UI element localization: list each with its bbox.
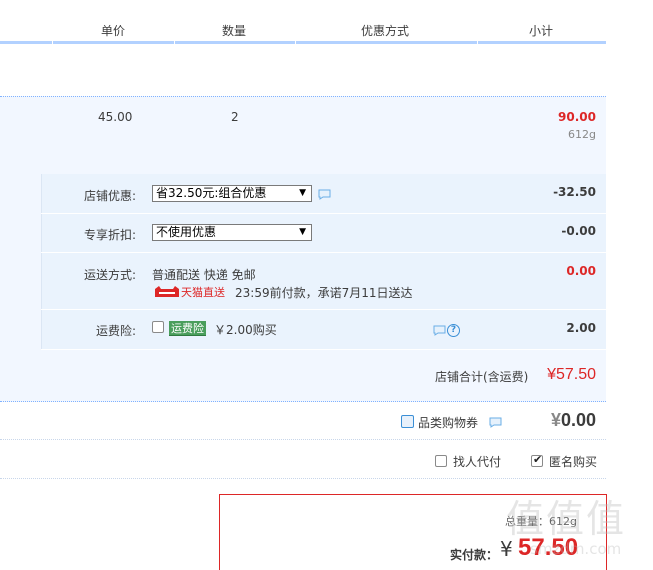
shipping-label: 运送方式: [83,268,136,282]
exclusive-discount-label: 专享折扣: [83,228,136,242]
header-sep [295,40,296,44]
exclusive-discount-value: 不使用优惠 [156,225,217,239]
coupon-label: 品类购物券 [418,416,479,430]
store-total-value: ¥57.50 [547,366,596,383]
options-row [0,440,606,479]
header-sep [477,40,478,44]
tmall-logo-icon [154,285,180,298]
store-discount-value: 省32.50元:组合优惠 [156,186,267,200]
insurance-price: ￥2.00购买 [214,323,277,337]
cart-header: 单价 数量 优惠方式 小计 [0,0,606,44]
item-weight: 612g [568,128,596,141]
insurance-label: 运费险: [95,324,136,338]
watermark: 值值值 [506,497,627,541]
store-total-label: 店铺合计(含运费) [435,370,529,384]
store-discount-amount: -32.50 [553,185,596,199]
header-sep [174,40,175,44]
header-subtotal: 小计 [529,24,554,38]
item-quantity: 2 [231,110,239,124]
store-discount-label: 店铺优惠: [83,189,136,203]
row-divider [41,252,606,253]
exclusive-discount-amount: -0.00 [561,224,596,238]
shipping-method: 普通配送 快递 免邮 [152,268,256,282]
chat-icon[interactable] [489,417,502,428]
exclusive-discount-select[interactable]: 不使用优惠 ▼ [152,224,312,241]
shipping-amount: 0.00 [566,264,596,278]
chat-icon[interactable] [433,325,446,336]
coupon-currency: ¥ [550,410,561,430]
dropdown-arrow-icon: ▼ [299,227,306,237]
insurance-checkbox[interactable] [152,321,164,333]
dropdown-arrow-icon: ▼ [299,188,306,198]
insurance-badge: 运费险 [169,321,206,336]
coupon-checkbox[interactable] [401,415,414,428]
item-unit-price: 45.00 [98,110,133,124]
proxy-pay-checkbox[interactable] [435,455,447,467]
coupon-row [0,402,606,440]
coupon-amount: 0.00 [560,410,596,430]
row-divider [41,213,606,214]
anonymous-checkbox[interactable] [531,453,543,467]
item-subtotal: 90.00 [558,110,596,124]
shipping-promise: 23:59前付款，承诺7月11日送达 [235,286,413,300]
insurance-amount: 2.00 [566,321,596,335]
row-divider [41,309,606,310]
header-divider [0,41,606,44]
row-divider [41,349,606,350]
header-discount: 优惠方式 [361,24,410,38]
header-sep [52,40,53,44]
header-quantity: 数量 [222,24,247,38]
header-unit-price: 单价 [101,24,126,38]
chat-icon[interactable] [318,189,331,200]
store-discount-select[interactable]: 省32.50元:组合优惠 ▼ [152,185,312,202]
watermark-site: smzdm.com [530,540,622,558]
tmall-direct-label: 天猫直送 [181,286,225,299]
proxy-pay-label: 找人代付 [453,455,502,469]
help-icon[interactable]: ? [447,324,460,337]
item-row [0,96,606,174]
anonymous-label: 匿名购买 [549,455,598,469]
payment-label: 实付款： [450,548,499,562]
coupon-value: ¥0.00 [551,410,596,431]
